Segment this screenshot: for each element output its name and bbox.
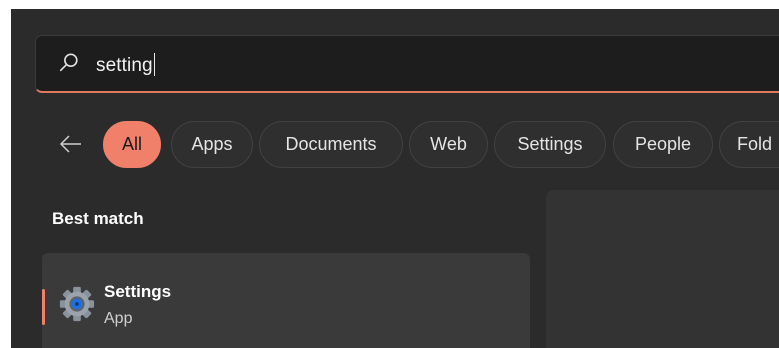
- filter-chip-settings[interactable]: Settings: [494, 121, 606, 168]
- filter-chip-folders[interactable]: Fold: [719, 121, 779, 168]
- filter-chip-label: Fold: [737, 134, 773, 154]
- settings-gear-icon: [59, 286, 95, 322]
- best-match-result[interactable]: Settings App: [42, 253, 530, 348]
- search-input[interactable]: setting: [96, 53, 155, 77]
- filter-chip-label: Apps: [191, 134, 233, 154]
- search-input-value: setting: [96, 55, 153, 76]
- filter-chip-label: Web: [430, 134, 467, 154]
- result-preview-pane: [546, 190, 779, 348]
- search-box[interactable]: setting: [35, 35, 779, 93]
- search-icon: [59, 53, 78, 72]
- best-match-heading: Best match: [52, 209, 144, 228]
- selection-indicator: [42, 289, 45, 325]
- back-arrow-icon[interactable]: [59, 132, 83, 156]
- filter-chip-apps[interactable]: Apps: [171, 121, 253, 168]
- filter-chip-people[interactable]: People: [613, 121, 713, 168]
- filter-chip-label: Settings: [517, 134, 583, 154]
- filter-chip-documents[interactable]: Documents: [259, 121, 403, 168]
- result-title: Settings: [104, 282, 172, 301]
- filter-chip-label: People: [634, 134, 692, 154]
- text-caret: [153, 53, 155, 76]
- filter-chip-label: Documents: [285, 134, 377, 154]
- filter-chip-label: All: [121, 134, 142, 154]
- filter-chip-web[interactable]: Web: [409, 121, 488, 168]
- filter-chip-all[interactable]: All: [103, 121, 161, 168]
- result-subtitle: App: [104, 310, 133, 327]
- start-search-panel: setting All Apps Documents Web Settings …: [11, 9, 779, 348]
